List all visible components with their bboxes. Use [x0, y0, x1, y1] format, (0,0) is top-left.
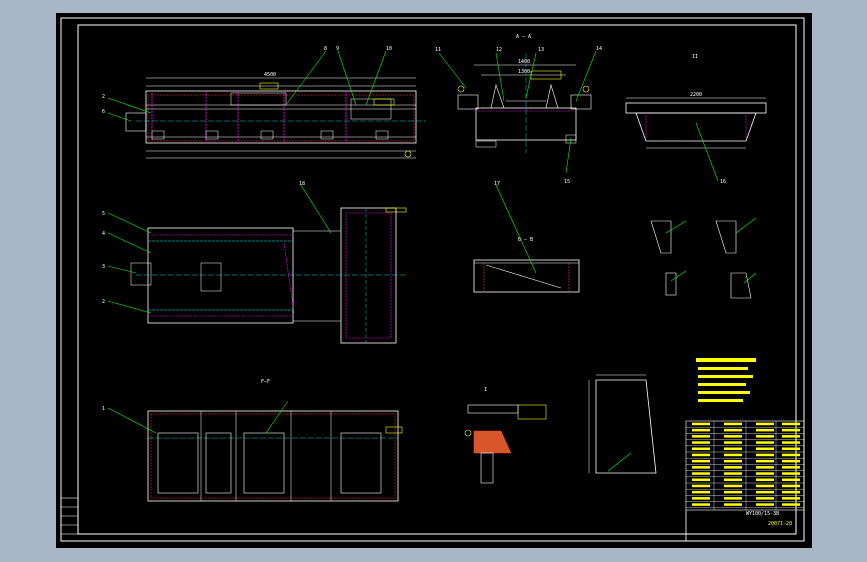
title-drawing-no: WY100/15-3B: [746, 511, 779, 517]
parts-list-cell-text: [756, 459, 774, 463]
plan-view: [130, 207, 407, 344]
parts-list-cell-text: [724, 459, 742, 463]
title-sheet: 20071-20: [768, 521, 792, 527]
parts-list-cell-text: [724, 422, 742, 426]
callout-6: 6: [102, 109, 105, 115]
parts-list-cell-text: [782, 459, 800, 463]
parts-list-cell-text: [724, 453, 742, 457]
parts-list-cell-text: [782, 503, 800, 506]
parts-list-cell-text: [782, 435, 800, 438]
callout-15: 15: [564, 179, 570, 185]
parts-list-cell-text: [756, 497, 774, 500]
parts-list-cell-text: [782, 428, 800, 432]
callout-4: 4: [102, 231, 105, 237]
parts-list-cell-text: [782, 422, 800, 426]
parts-list-cell-text: [782, 472, 800, 475]
leader-lines: [107, 50, 757, 472]
parts-list-cell-text: [782, 466, 800, 469]
bracket-details: [650, 220, 752, 299]
parts-list-cell-text: [756, 453, 774, 457]
cad-drawing-canvas[interactable]: 4500 A — A 1400 1300 II 2200 B — B F—F I…: [56, 13, 812, 548]
parts-list-cell-text: [756, 484, 774, 488]
section-label-ff: F—F: [261, 379, 270, 385]
detail-i: I: [464, 387, 547, 484]
technical-notes: [696, 358, 756, 402]
section-label-ii: II: [692, 54, 698, 60]
parts-list-cell-text: [756, 447, 774, 450]
parts-list-cell-text: [692, 478, 710, 481]
section-aa: A — A 1400 1300: [457, 34, 592, 153]
callout-9: 9: [336, 46, 339, 52]
front-view: 4500: [125, 72, 426, 159]
parts-list-cell-text: [724, 435, 742, 438]
parts-list-cell-text: [692, 435, 710, 438]
parts-list-cell-text: [692, 490, 710, 494]
callout-13: 13: [538, 47, 544, 53]
parts-list-cell-text: [692, 472, 710, 475]
parts-list-cell-text: [756, 441, 774, 444]
parts-list-cell-text: [692, 441, 710, 444]
parts-list-cell-text: [724, 478, 742, 481]
parts-list-cell-text: [782, 447, 800, 450]
callout-11: 11: [435, 47, 441, 53]
callout-2: 2: [102, 94, 105, 100]
parts-list-cell-text: [756, 435, 774, 438]
callout-5: 5: [102, 211, 105, 217]
parts-list-cell-text: [724, 447, 742, 450]
parts-list-cell-text: [724, 441, 742, 444]
parts-list-cell-text: [724, 428, 742, 432]
section-label-i: I: [484, 387, 487, 393]
section-ff: F—F: [147, 379, 403, 502]
parts-list-cell-text: [782, 441, 800, 444]
parts-list-cell-text: [692, 484, 710, 488]
parts-list-cell-text: [756, 490, 774, 494]
callout-2b: 2: [102, 299, 105, 305]
parts-list-cell-text: [692, 459, 710, 463]
parts-list-cell-text: [692, 447, 710, 450]
parts-list-cell-text: [756, 422, 774, 426]
parts-list-cell-text: [692, 466, 710, 469]
cad-drawing: 4500 A — A 1400 1300 II 2200 B — B F—F I…: [60, 17, 805, 542]
parts-list-cell-text: [692, 497, 710, 500]
parts-list-cell-text: [724, 503, 742, 506]
parts-list-cell-text: [782, 497, 800, 500]
callout-12: 12: [496, 47, 502, 53]
dim-aa-inner: 1300: [518, 69, 530, 75]
plate-detail: [588, 374, 657, 474]
parts-list-cell-text: [724, 490, 742, 494]
parts-list-cell-text: [782, 490, 800, 494]
parts-list-cell-text: [756, 472, 774, 475]
parts-list-cell-text: [782, 478, 800, 481]
callout-14: 14: [596, 46, 602, 52]
parts-list-cell-text: [692, 453, 710, 457]
parts-list-cell-text: [756, 428, 774, 432]
callout-1: 1: [102, 406, 105, 412]
parts-list-cell-text: [782, 484, 800, 488]
parts-list-cell-text: [692, 503, 710, 506]
parts-list-cell-text: [724, 466, 742, 469]
parts-list-cell-text: [724, 497, 742, 500]
parts-list-cell-text: [724, 472, 742, 475]
parts-list-cell-text: [724, 484, 742, 488]
callout-3: 3: [102, 264, 105, 270]
dim-right-view: 2200: [690, 92, 702, 98]
inner-border: [77, 24, 797, 535]
dim-aa-overall: 1400: [518, 59, 530, 65]
parts-list-cell-text: [756, 478, 774, 481]
callout-18: 18: [299, 181, 305, 187]
callout-10: 10: [386, 46, 392, 52]
parts-list: WY100/15-3B 20071-20: [685, 420, 805, 542]
section-bb: B — B: [473, 237, 580, 293]
callout-8: 8: [324, 46, 327, 52]
parts-list-cell-text: [756, 503, 774, 506]
callout-16: 16: [720, 179, 726, 185]
dim-top-overall: 4500: [264, 72, 276, 78]
parts-list-cell-text: [756, 466, 774, 469]
parts-list-cell-text: [692, 422, 710, 426]
section-label-aa: A — A: [516, 34, 531, 40]
callout-17: 17: [494, 181, 500, 187]
end-view-right: II 2200: [625, 54, 767, 149]
parts-list-cell-text: [782, 453, 800, 457]
parts-list-cell-text: [692, 428, 710, 432]
